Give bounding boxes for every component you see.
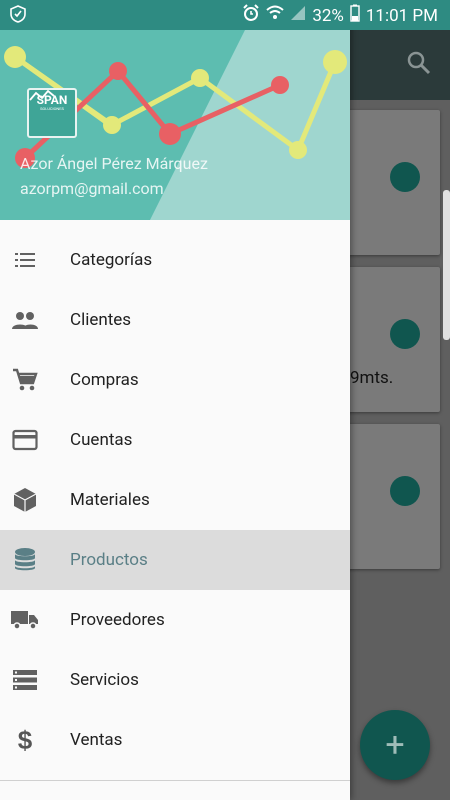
battery-icon [350,4,360,27]
menu-item-cuentas[interactable]: Cuentas [0,410,350,470]
search-icon[interactable] [390,319,420,349]
menu-item-proveedores[interactable]: Proveedores [0,590,350,650]
menu-item-label: Categorías [70,250,153,270]
database-icon [0,547,70,573]
search-icon[interactable] [390,476,420,506]
truck-icon [0,609,70,631]
wifi-icon [266,5,284,26]
scrollbar[interactable] [443,190,450,340]
list-icon [0,248,70,272]
menu-item-servicios[interactable]: Servicios [0,650,350,710]
drawer-header: SPAN SOLUCIONES Azor Ángel Pérez Márquez… [0,30,350,220]
logo-subtext: SOLUCIONES [40,106,64,111]
card-text: 9mts. [350,368,394,388]
menu-item-label: Cuentas [70,430,133,450]
search-icon[interactable] [406,50,432,80]
credit-card-icon [0,429,70,451]
alarm-icon [242,4,260,27]
navigation-drawer: SPAN SOLUCIONES Azor Ángel Pérez Márquez… [0,0,350,800]
storage-icon [0,669,70,691]
menu-item-compras[interactable]: Compras [0,350,350,410]
battery-text: 32% [312,5,344,26]
people-icon [0,308,70,332]
menu-item-label: Productos [70,550,148,570]
add-button[interactable]: + [360,710,430,780]
search-icon[interactable] [390,162,420,192]
user-email: azorpm@gmail.com [20,179,164,198]
menu-item-clientes[interactable]: Clientes [0,290,350,350]
menu-item-label: Clientes [70,310,132,330]
logo: SPAN SOLUCIONES [27,88,77,138]
menu-item-label: Proveedores [70,610,165,630]
menu-item-materiales[interactable]: Materiales [0,470,350,530]
divider [0,780,350,781]
shield-icon [10,5,26,27]
cart-icon [0,367,70,393]
dollar-icon: $ [17,724,33,755]
time-text: 11:01 PM [365,5,438,26]
menu-item-label: Ventas [70,730,123,750]
signal-icon [290,5,306,26]
drawer-menu: Categorías Clientes Compras Cuentas Mate… [0,230,350,770]
user-name: Azor Ángel Pérez Márquez [20,154,208,173]
menu-item-productos[interactable]: Productos [0,530,350,590]
box-icon [0,487,70,513]
menu-item-label: Servicios [70,670,139,690]
status-bar: 32% 11:01 PM [0,0,450,30]
menu-item-label: Materiales [70,490,150,510]
menu-item-label: Compras [70,370,139,390]
menu-item-ventas[interactable]: $ Ventas [0,710,350,770]
menu-item-categorias[interactable]: Categorías [0,230,350,290]
